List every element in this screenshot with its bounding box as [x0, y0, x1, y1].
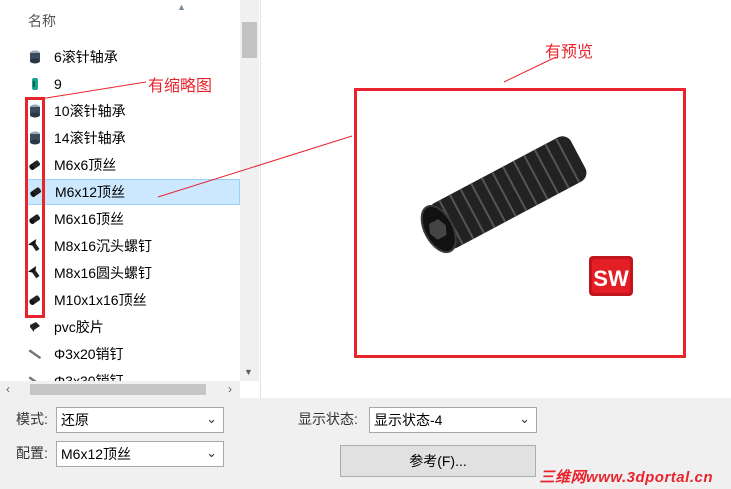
vertical-scrollbar[interactable]: ▼ [240, 0, 259, 381]
list-item-label: M6x12顶丝 [55, 184, 126, 200]
scroll-left-icon[interactable]: ‹ [6, 382, 10, 396]
mode-label: 模式: [16, 411, 48, 427]
bearing-icon [28, 50, 42, 64]
config-label: 配置: [16, 445, 48, 461]
list-item[interactable]: M8x16沉头螺钉 [26, 233, 240, 259]
list-item[interactable]: Φ3x20销钉 [26, 341, 240, 367]
list-item[interactable]: M8x16圆头螺钉 [26, 260, 240, 286]
list-item-label: 6滚针轴承 [54, 49, 118, 65]
list-item[interactable]: M10x1x16顶丝 [26, 287, 240, 313]
sort-ascending-icon: ▲ [177, 2, 186, 12]
list-item-label: 10滚针轴承 [54, 103, 126, 119]
config-select[interactable]: M6x12顶丝 ⌄ [56, 441, 224, 467]
list-item-label: Φ3x20销钉 [54, 346, 124, 362]
preview-annotation-text: 有预览 [545, 44, 594, 61]
chevron-down-icon: ⌄ [206, 445, 217, 460]
list-item-label: M6x16顶丝 [54, 211, 125, 227]
list-item-label: 9 [54, 76, 62, 92]
list-item[interactable]: M6x12顶丝 [26, 179, 240, 205]
vertical-scroll-thumb[interactable] [242, 22, 257, 58]
list-item[interactable]: 14滚针轴承 [26, 125, 240, 151]
list-item-label: 14滚针轴承 [54, 130, 126, 146]
chevron-down-icon: ⌄ [206, 411, 217, 426]
config-select-value: M6x12顶丝 [61, 446, 132, 462]
references-button[interactable]: 参考(F)... [340, 445, 536, 477]
list-item[interactable]: M6x16顶丝 [26, 206, 240, 232]
display-state-select-value: 显示状态-4 [374, 412, 443, 428]
thumbnail-highlight-box [25, 97, 45, 318]
preview-pane: SW [354, 88, 686, 358]
scroll-down-icon[interactable]: ▼ [244, 367, 253, 377]
watermark-text: 三维网www.3dportal.cn [539, 469, 713, 486]
horizontal-scroll-thumb[interactable] [30, 384, 206, 395]
set-screw-preview-image: SW [420, 136, 633, 296]
thumbnail-annotation-text: 有缩略图 [148, 78, 213, 95]
scroll-right-icon[interactable]: › [228, 382, 232, 396]
display-state-select[interactable]: 显示状态-4 ⌄ [369, 407, 537, 433]
list-item[interactable]: 6滚针轴承 [26, 44, 240, 70]
sheet-icon [28, 320, 42, 334]
pin-icon [28, 347, 42, 361]
column-header-name[interactable]: 名称 [28, 11, 56, 31]
chevron-down-icon: ⌄ [519, 411, 530, 426]
list-item-label: M6x6顶丝 [54, 157, 117, 173]
list-item[interactable]: 10滚针轴承 [26, 98, 240, 124]
list-item[interactable]: pvc胶片 [26, 314, 240, 340]
list-item[interactable]: M6x6顶丝 [26, 152, 240, 178]
horizontal-scrollbar[interactable]: ‹ › [0, 381, 240, 398]
mode-select-value: 还原 [61, 412, 89, 428]
part-icon [28, 77, 42, 91]
list-item-label: pvc胶片 [54, 319, 104, 335]
list-item-label: M8x16圆头螺钉 [54, 265, 153, 281]
mode-select[interactable]: 还原 ⌄ [56, 407, 224, 433]
display-state-label: 显示状态: [298, 411, 358, 427]
list-item-label: M8x16沉头螺钉 [54, 238, 153, 254]
svg-text:SW: SW [593, 266, 629, 291]
list-item-label: M10x1x16顶丝 [54, 292, 147, 308]
